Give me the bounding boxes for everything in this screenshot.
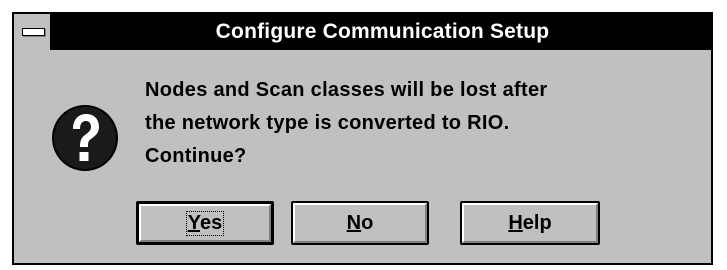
help-button[interactable]: Help — [460, 201, 600, 245]
message-line: Continue? — [145, 145, 247, 167]
question-icon — [52, 105, 118, 171]
message-line: the network type is converted to RIO. — [145, 112, 510, 134]
system-menu-icon — [22, 28, 45, 36]
message-text: Nodes and Scan classes will be lost afte… — [145, 74, 547, 173]
yes-button[interactable]: Yes — [136, 201, 274, 245]
window-title: Configure Communication Setup — [215, 20, 550, 43]
title-bar: Configure Communication Setup — [14, 14, 711, 50]
no-button-label: No — [346, 211, 374, 234]
help-button-label: Help — [508, 211, 552, 234]
system-menu-button[interactable] — [14, 14, 52, 50]
no-button[interactable]: No — [291, 201, 429, 245]
yes-button-label: Yes — [185, 210, 225, 236]
message-dialog: Configure Communication Setup Nodes and … — [12, 12, 713, 265]
message-line: Nodes and Scan classes will be lost afte… — [145, 79, 548, 101]
dialog-body: Nodes and Scan classes will be lost afte… — [14, 50, 711, 263]
